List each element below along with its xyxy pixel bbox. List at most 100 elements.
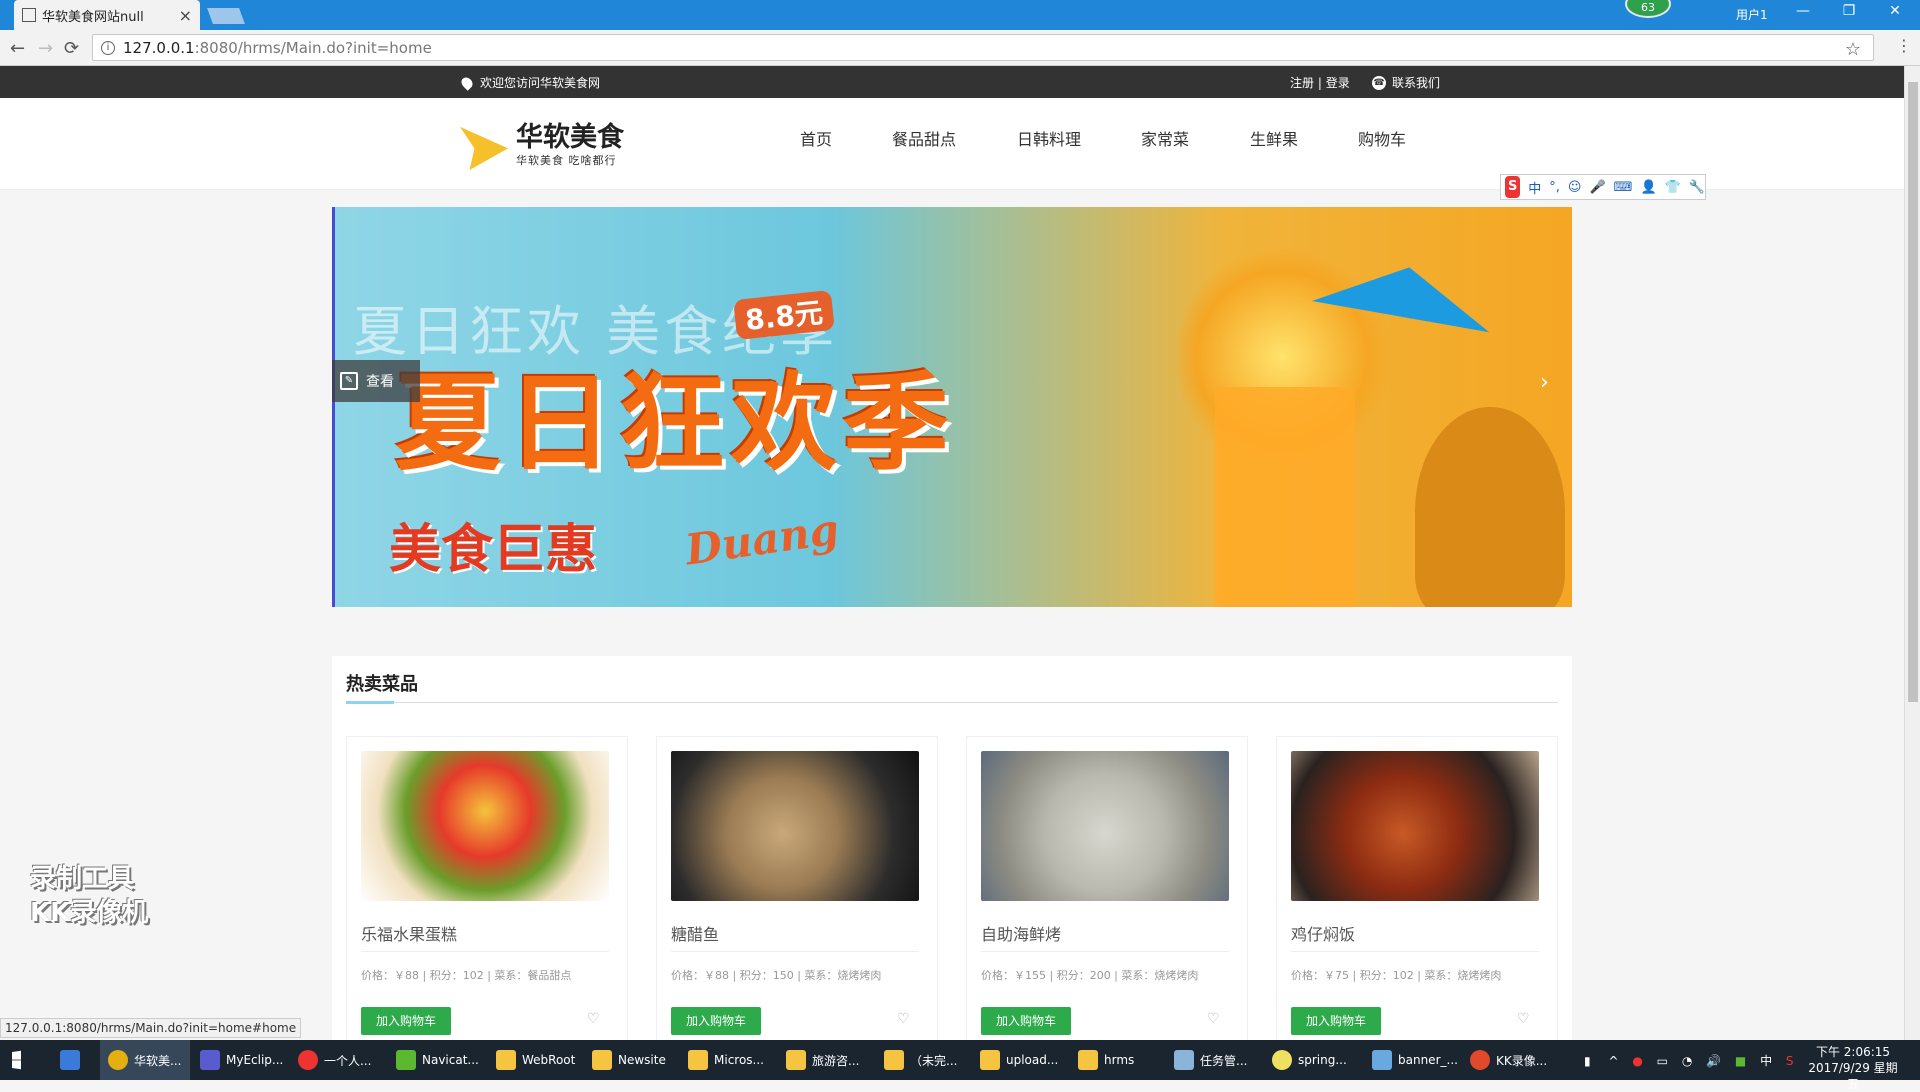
dish-card[interactable]: 糖醋鱼 价格：￥88 | 积分：150 | 菜系：烧烤烤肉 加入购物车 ♡ <box>656 736 938 1066</box>
add-to-cart-button[interactable]: 加入购物车 <box>1291 1007 1381 1035</box>
add-to-cart-button[interactable]: 加入购物车 <box>361 1007 451 1035</box>
site-logo[interactable]: 华软美食 华软美食 吃啥都行 <box>460 122 624 170</box>
favorite-heart-icon[interactable]: ♡ <box>587 1011 600 1027</box>
taskbar-upload[interactable]: upload... <box>980 1040 1058 1080</box>
forward-icon[interactable]: → <box>38 38 53 59</box>
power-icon[interactable]: ▭ <box>1657 1054 1668 1068</box>
task-manager-icon <box>1174 1050 1194 1070</box>
add-to-cart-button[interactable]: 加入购物车 <box>981 1007 1071 1035</box>
user-icon[interactable]: 👤 <box>1640 180 1656 195</box>
taskbar-app-3[interactable]: 一个人... <box>298 1040 371 1080</box>
start-button[interactable] <box>12 1040 38 1080</box>
taskbar-chrome[interactable]: 华软美... <box>100 1040 190 1080</box>
back-icon[interactable]: ← <box>10 38 25 59</box>
ime-mode[interactable]: 中 <box>1528 178 1541 197</box>
dish-name[interactable]: 糖醋鱼 <box>671 921 719 945</box>
taskbar-kk-recorder[interactable]: KK录像... <box>1470 1040 1547 1080</box>
nav-home[interactable]: 首页 <box>800 126 832 150</box>
microphone-icon[interactable]: 🎤 <box>1589 180 1605 195</box>
taskbar-micros[interactable]: Micros... <box>688 1040 764 1080</box>
login-link[interactable]: 登录 <box>1326 76 1350 90</box>
nav-shopping-cart[interactable]: 购物车 <box>1358 126 1406 150</box>
restore-icon[interactable]: ❐ <box>1834 3 1864 19</box>
dish-card[interactable]: 乐福水果蛋糕 价格：￥88 | 积分：102 | 菜系：餐品甜点 加入购物车 ♡ <box>346 736 628 1066</box>
dish-image[interactable] <box>981 751 1229 901</box>
emoji-icon[interactable]: ☺ <box>1568 180 1582 195</box>
dish-name[interactable]: 自助海鲜烤 <box>981 921 1061 945</box>
dish-image[interactable] <box>671 751 919 901</box>
minimize-icon[interactable]: — <box>1788 3 1818 19</box>
volume-icon[interactable]: 🔊 <box>1706 1054 1721 1068</box>
dish-name[interactable]: 乐福水果蛋糕 <box>361 921 457 945</box>
scrollbar-thumb[interactable] <box>1908 82 1918 702</box>
bookmark-star-icon[interactable]: ☆ <box>1845 39 1861 60</box>
taskbar-webroot[interactable]: WebRoot <box>496 1040 575 1080</box>
taskbar-label: MyEclip... <box>226 1053 284 1067</box>
taskbar-pinned-app[interactable] <box>60 1040 86 1080</box>
dish-card[interactable]: 自助海鲜烤 价格：￥155 | 积分：200 | 菜系：烧烤烤肉 加入购物车 ♡ <box>966 736 1248 1066</box>
dish-image[interactable] <box>1291 751 1539 901</box>
battery-icon[interactable]: ▮ <box>1584 1054 1591 1068</box>
banner-promo-text: 美食巨惠 <box>389 520 598 580</box>
taskbar-hrms[interactable]: hrms <box>1078 1040 1134 1080</box>
banner-next-arrow-icon[interactable]: › <box>1540 370 1549 395</box>
close-tab-icon[interactable]: × <box>179 6 192 25</box>
banner-duang-text: Duang <box>682 504 842 575</box>
taskbar-myeclipse[interactable]: MyEclip... <box>200 1040 283 1080</box>
system-clock[interactable]: 下午 2:06:15 2017/9/29 星期五 <box>1808 1044 1898 1092</box>
taskbar-label: 任务管... <box>1200 1053 1248 1068</box>
sogou-tray-icon[interactable]: S <box>1786 1054 1794 1068</box>
site-info-icon[interactable]: i <box>101 40 115 55</box>
nav-home-cooking[interactable]: 家常菜 <box>1141 126 1189 150</box>
taskbar-task-manager[interactable]: 任务管... <box>1174 1040 1247 1080</box>
ime-tray-mode[interactable]: 中 <box>1760 1054 1772 1068</box>
promo-banner[interactable]: 夏日狂欢 美食绝享 8.8元 夏日狂欢季 美食巨惠 Duang <box>332 207 1572 607</box>
card-divider <box>981 951 1229 952</box>
add-to-cart-button[interactable]: 加入购物车 <box>671 1007 761 1035</box>
new-tab-button[interactable] <box>207 8 245 24</box>
browser-tab[interactable]: 华软美食网站null × <box>14 0 200 30</box>
favorite-heart-icon[interactable]: ♡ <box>897 1011 910 1027</box>
taskbar-travel[interactable]: 旅游咨... <box>786 1040 859 1080</box>
taskbar-spring[interactable]: spring... <box>1272 1040 1347 1080</box>
card-divider <box>361 951 609 952</box>
dish-card[interactable]: 鸡仔焖饭 价格：￥75 | 积分：102 | 菜系：烧烤烤肉 加入购物车 ♡ <box>1276 736 1558 1066</box>
pinned-app-icon <box>60 1050 80 1070</box>
dish-name[interactable]: 鸡仔焖饭 <box>1291 921 1355 945</box>
spring-icon <box>1272 1050 1292 1070</box>
url-input[interactable]: i 127.0.0.1:8080/hrms/Main.do?init=home … <box>92 34 1874 61</box>
favorite-heart-icon[interactable]: ♡ <box>1517 1011 1530 1027</box>
sogou-logo-icon[interactable]: S <box>1505 176 1521 198</box>
antivirus-icon[interactable]: ● <box>1632 1054 1642 1068</box>
nav-japanese-korean[interactable]: 日韩料理 <box>1017 126 1081 150</box>
nav-desserts[interactable]: 餐品甜点 <box>892 126 956 150</box>
banner-view-button[interactable]: ✎ 查看 <box>332 360 420 402</box>
browser-menu-icon[interactable]: ⋮ <box>1896 36 1912 55</box>
reload-icon[interactable]: ⟳ <box>64 38 79 59</box>
skin-icon[interactable]: 👕 <box>1665 180 1681 195</box>
taskbar-label: 一个人... <box>324 1053 372 1068</box>
profile-user-label[interactable]: 用户1 <box>1736 6 1768 23</box>
monitor-icon[interactable]: ■ <box>1735 1054 1746 1068</box>
nav-fresh-produce[interactable]: 生鲜果 <box>1250 126 1298 150</box>
close-window-icon[interactable]: ✕ <box>1880 3 1910 19</box>
tray-expand-icon[interactable]: ^ <box>1608 1054 1618 1068</box>
punctuation-icon[interactable]: °, <box>1549 180 1560 195</box>
system-tray: ▮ ^ ● ▭ ◔ 🔊 ■ 中 S <box>1570 1052 1794 1069</box>
taskbar-navicat[interactable]: Navicat... <box>396 1040 479 1080</box>
settings-wrench-icon[interactable]: 🔧 <box>1689 180 1705 195</box>
favorite-heart-icon[interactable]: ♡ <box>1207 1011 1220 1027</box>
page-scrollbar[interactable] <box>1904 66 1920 1040</box>
dish-image[interactable] <box>361 751 609 901</box>
taskbar-newsite[interactable]: Newsite <box>592 1040 666 1080</box>
contact-link[interactable]: ☎ 联系我们 <box>1372 74 1440 91</box>
notification-badge[interactable]: 63 <box>1625 0 1671 18</box>
banner-title: 夏日狂欢季 <box>395 362 955 485</box>
folder-icon <box>1078 1050 1098 1070</box>
taskbar-untitled[interactable]: （未完... <box>884 1040 957 1080</box>
taskbar-label: Newsite <box>618 1053 666 1067</box>
keyboard-icon[interactable]: ⌨ <box>1614 180 1633 195</box>
network-icon[interactable]: ◔ <box>1682 1054 1692 1068</box>
taskbar-banner[interactable]: banner_... <box>1372 1040 1458 1080</box>
register-link[interactable]: 注册 <box>1290 76 1314 90</box>
